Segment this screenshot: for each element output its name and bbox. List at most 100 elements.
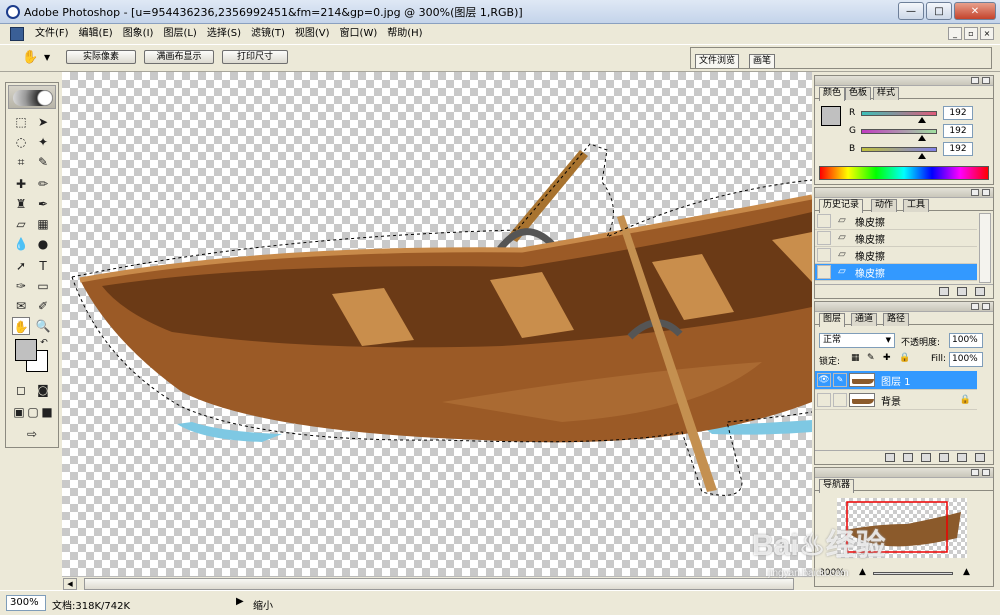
opacity-field[interactable]: 100% [949,333,983,348]
document-canvas[interactable] [62,72,812,590]
standard-screen-mode-icon[interactable]: ▣ [12,403,26,421]
doc-minimize-button[interactable]: _ [948,27,962,40]
new-document-from-state-icon[interactable] [939,287,949,296]
fit-on-screen-button[interactable]: 满画布显示 [144,50,214,64]
history-item[interactable]: ▱ 橡皮擦 [815,230,977,247]
tool-preset-dropdown-icon[interactable]: ▼ [44,53,50,62]
zoom-field[interactable]: 300% [6,595,46,611]
menu-select[interactable]: 选择(S) [202,24,246,44]
red-slider-thumb[interactable] [918,116,926,123]
layer-name[interactable]: 图层 1 [881,373,911,388]
gradient-tool-icon[interactable]: ▦ [34,215,52,233]
lock-transparency-icon[interactable]: ▦ [851,353,860,363]
pen-tool-icon[interactable]: ✑ [12,277,30,295]
panel-minimize-icon[interactable] [971,189,979,196]
layer-style-icon[interactable] [885,453,895,462]
minimize-button[interactable]: — [898,2,924,20]
tab-navigator[interactable]: 导航器 [819,479,855,493]
panel-titlebar[interactable] [815,468,993,478]
history-item-selected[interactable]: ▱ 橡皮擦 [815,264,977,281]
scrollbar-thumb[interactable] [84,578,794,590]
delete-state-icon[interactable] [975,287,985,296]
eyedropper-tool-icon[interactable]: ✐ [34,297,52,315]
add-mask-icon[interactable] [903,453,913,462]
quick-mask-mode-icon[interactable]: ◙ [34,381,52,399]
dodge-tool-icon[interactable]: ● [34,235,52,253]
history-item[interactable]: ▱ 橡皮擦 [815,213,977,230]
lock-position-icon[interactable]: ✚ [883,353,891,363]
history-scrollbar[interactable] [979,213,991,283]
lock-all-icon[interactable]: 🔒 [899,353,910,363]
green-slider-thumb[interactable] [918,134,926,141]
slice-tool-icon[interactable]: ✎ [34,153,52,171]
blue-slider-thumb[interactable] [918,152,926,159]
blend-mode-select[interactable]: 正常 ▼ [819,333,895,348]
magic-wand-tool-icon[interactable]: ✦ [34,133,52,151]
document-icon[interactable] [10,27,24,41]
new-set-icon[interactable] [921,453,931,462]
panel-close-icon[interactable] [982,189,990,196]
menu-edit[interactable]: 编辑(E) [74,24,118,44]
green-slider[interactable]: G 192 [849,124,973,141]
menu-view[interactable]: 视图(V) [290,24,335,44]
panel-minimize-icon[interactable] [971,303,979,310]
zoom-tool-icon[interactable]: 🔍 [34,317,52,335]
panel-close-icon[interactable] [982,469,990,476]
eye-icon[interactable]: 👁 [817,373,831,387]
hand-icon[interactable]: ✋ [22,50,40,66]
actual-pixels-button[interactable]: 实际像素 [66,50,136,64]
move-tool-icon[interactable]: ➤ [34,113,52,131]
red-value[interactable]: 192 [943,106,973,120]
layer-row-layer1[interactable]: 👁 ✎ 图层 1 [815,371,977,390]
doc-close-button[interactable]: × [980,27,994,40]
menu-filter[interactable]: 滤镜(T) [246,24,290,44]
blur-tool-icon[interactable]: 💧 [12,235,30,253]
menu-layer[interactable]: 图层(L) [158,24,201,44]
lock-image-icon[interactable]: ✎ [867,353,875,363]
notes-tool-icon[interactable]: ✉ [12,297,30,315]
history-checkbox[interactable] [817,265,831,279]
brush-tool-icon[interactable]: ✏ [34,175,52,193]
history-checkbox[interactable] [817,248,831,262]
tab-brushes[interactable]: 画笔 [749,54,776,68]
scroll-left-icon[interactable]: ◀ [63,578,77,590]
history-checkbox[interactable] [817,231,831,245]
hand-tool-icon[interactable]: ✋ [12,317,30,335]
menu-window[interactable]: 窗口(W) [335,24,383,44]
adjustment-layer-icon[interactable] [939,453,949,462]
tab-paths[interactable]: 路径 [883,313,910,326]
clone-stamp-tool-icon[interactable]: ♜ [12,195,30,213]
healing-brush-tool-icon[interactable]: ✚ [12,175,30,193]
standard-mode-icon[interactable]: ◻ [12,381,30,399]
tab-styles[interactable]: 样式 [873,87,900,100]
fill-field[interactable]: 100% [949,352,983,367]
tab-layers[interactable]: 图层 [819,313,846,327]
delete-layer-icon[interactable] [975,453,985,462]
full-screen-menu-mode-icon[interactable]: ▢ [26,403,40,421]
menu-image[interactable]: 图象(I) [118,24,159,44]
color-spectrum-ramp[interactable] [819,166,989,180]
brush-link-icon[interactable]: ✎ [833,373,847,387]
panel-titlebar[interactable] [815,188,993,198]
horizontal-scrollbar[interactable]: ◀ [62,576,812,590]
crop-tool-icon[interactable]: ⌗ [12,153,30,171]
tab-actions[interactable]: 动作 [871,199,898,212]
full-screen-mode-icon[interactable]: ■ [40,403,54,421]
print-size-button[interactable]: 打印尺寸 [222,50,288,64]
brush-link-icon[interactable] [833,393,847,407]
shape-tool-icon[interactable]: ▭ [34,277,52,295]
zoom-slider[interactable] [873,572,953,575]
history-item[interactable]: ▱ 橡皮擦 [815,247,977,264]
toolbox-header[interactable] [8,85,56,109]
blue-value[interactable]: 192 [943,142,973,156]
marquee-tool-icon[interactable]: ⬚ [12,113,30,131]
zoom-out-icon[interactable]: ▲ [859,567,866,577]
swap-colors-icon[interactable]: ↶ [38,337,50,349]
menu-file[interactable]: 文件(F) [30,24,74,44]
panel-titlebar[interactable] [815,76,993,86]
green-value[interactable]: 192 [943,124,973,138]
history-checkbox[interactable] [817,214,831,228]
path-selection-tool-icon[interactable]: ➚ [12,257,30,275]
color-swatch-icon[interactable] [821,106,841,126]
tab-channels[interactable]: 通道 [851,313,878,326]
